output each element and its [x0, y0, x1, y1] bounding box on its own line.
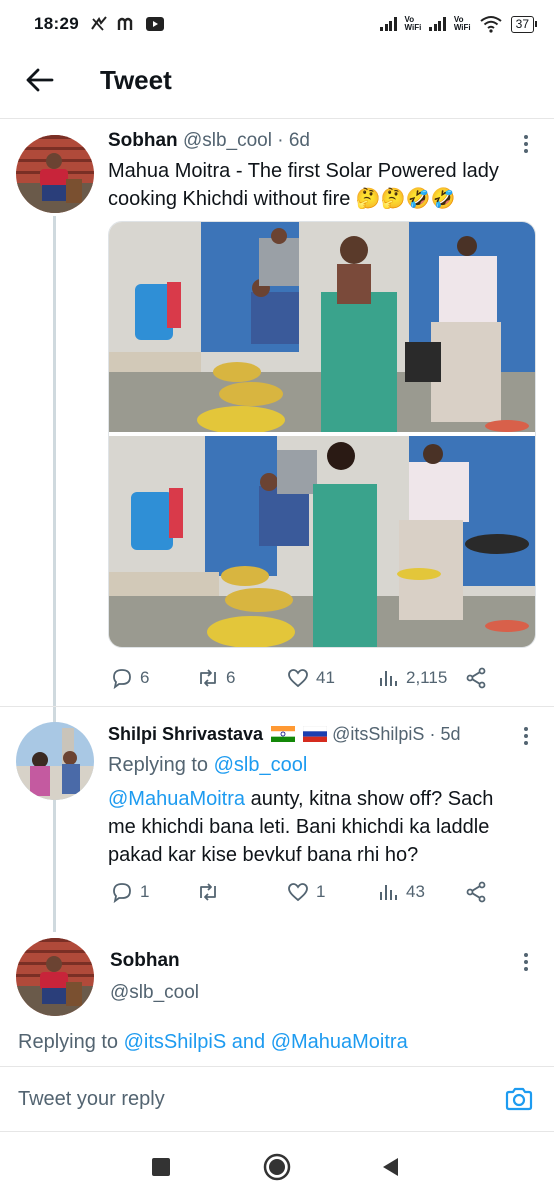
- square-icon: [152, 1158, 170, 1176]
- comment-icon: [113, 669, 131, 690]
- reply-author-handle[interactable]: @itsShilpiS: [332, 724, 424, 744]
- wifi-icon: [480, 16, 502, 33]
- retweet-button[interactable]: 6: [196, 666, 235, 690]
- author-name[interactable]: Sobhan: [108, 130, 178, 151]
- share-icon: [466, 667, 486, 689]
- replying-user-1[interactable]: @itsShilpiS: [124, 1031, 227, 1053]
- status-bar: 18:29 Vo WiFi Vo WiFi 37: [0, 0, 554, 48]
- heart-icon: [288, 883, 308, 902]
- reply-like-button[interactable]: 1: [286, 880, 325, 904]
- retweet-icon: [200, 883, 216, 901]
- reply-reply-count: 1: [140, 882, 150, 901]
- triangle-back-icon: [383, 1158, 398, 1176]
- camera-icon: [505, 1087, 533, 1111]
- reply-views-button[interactable]: 43: [376, 880, 425, 904]
- missed-call-icon: [91, 16, 107, 31]
- more-options-icon[interactable]: [516, 132, 536, 156]
- reply-more-options-icon[interactable]: [516, 724, 536, 748]
- header-divider: [0, 118, 554, 119]
- author-handle[interactable]: @slb_cool: [183, 130, 272, 151]
- retweet-count: 6: [226, 668, 236, 687]
- home-circle-icon: [263, 1153, 291, 1181]
- reply-share-button[interactable]: [464, 880, 488, 904]
- comment-icon: [113, 883, 131, 904]
- tweet-media[interactable]: [108, 221, 536, 648]
- vowifi-2-label: Vo WiFi: [453, 15, 471, 32]
- thread-line: [53, 216, 56, 932]
- like-count: 41: [316, 668, 335, 687]
- avatar-composer[interactable]: [16, 938, 94, 1016]
- back-nav-button[interactable]: [380, 1155, 402, 1184]
- views-button[interactable]: 2,115: [376, 666, 447, 690]
- tweet-header: Sobhan @slb_cool · 6d: [108, 130, 310, 152]
- status-right: Vo WiFi Vo WiFi 37: [380, 15, 538, 33]
- views-icon: [380, 885, 397, 900]
- home-button[interactable]: [262, 1152, 292, 1187]
- vowifi-1-label: Vo WiFi: [404, 15, 422, 32]
- youtube-icon: [145, 17, 164, 31]
- m-app-icon: [117, 17, 133, 30]
- back-button[interactable]: [10, 50, 70, 110]
- camera-button[interactable]: [496, 1076, 542, 1122]
- reply-input[interactable]: Tweet your reply: [18, 1088, 496, 1111]
- composer-name: Sobhan: [110, 950, 180, 971]
- reply-count: 6: [140, 668, 150, 687]
- tweet-text: Mahua Moitra - The first Solar Powered l…: [108, 160, 499, 210]
- reply-like-count: 1: [316, 882, 326, 901]
- share-button[interactable]: [464, 666, 488, 690]
- composer-handle: @slb_cool: [110, 982, 199, 1003]
- photo-top: [109, 222, 535, 434]
- reply-replying-to: Replying to @slb_cool: [108, 754, 308, 776]
- replying-user-2[interactable]: @MahuaMoitra: [271, 1031, 408, 1053]
- reply-composer: Tweet your reply: [0, 1066, 554, 1132]
- reply-button[interactable]: 6: [110, 666, 149, 690]
- header: Tweet: [0, 48, 554, 112]
- page-title: Tweet: [100, 64, 172, 95]
- system-nav-bar: [0, 1132, 554, 1200]
- composer-replying-to: Replying to @itsShilpiS and @MahuaMoitra: [18, 1031, 408, 1053]
- reply-retweet-button[interactable]: [196, 880, 226, 904]
- photo-bottom: [109, 436, 535, 647]
- reply-age: · 5d: [429, 724, 461, 744]
- avatar-shilpi[interactable]: [16, 722, 94, 800]
- avatar-sobhan[interactable]: [16, 135, 94, 213]
- russia-flag-icon: [303, 726, 328, 742]
- reply-author-name[interactable]: Shilpi Shrivastava: [108, 724, 263, 744]
- signal-1-icon: [380, 17, 397, 31]
- tweet-divider: [0, 706, 554, 707]
- retweet-icon: [200, 669, 216, 687]
- status-time: 18:29: [34, 14, 79, 33]
- reply-text: @MahuaMoitra aunty, kitna show off? Sach…: [108, 788, 494, 866]
- replying-to-link[interactable]: @slb_cool: [214, 754, 308, 776]
- views-icon: [380, 671, 397, 686]
- reply-header: Shilpi Shrivastava @itsShilpiS · 5d: [108, 724, 460, 745]
- views-count: 2,115: [406, 668, 448, 687]
- arrow-left-icon: [26, 68, 54, 92]
- mention-link[interactable]: @MahuaMoitra: [108, 788, 245, 810]
- like-button[interactable]: 41: [286, 666, 335, 690]
- status-left-icons: [89, 15, 165, 33]
- composer-more-options-icon[interactable]: [516, 950, 536, 974]
- signal-2-icon: [429, 17, 446, 31]
- recent-apps-button[interactable]: [150, 1156, 172, 1183]
- heart-icon: [288, 669, 308, 688]
- share-icon: [466, 881, 486, 903]
- battery-indicator: 37: [510, 15, 538, 33]
- reply-views-count: 43: [406, 882, 425, 901]
- india-flag-icon: [271, 726, 296, 742]
- reply-reply-button[interactable]: 1: [110, 880, 149, 904]
- tweet-age: · 6d: [277, 130, 310, 151]
